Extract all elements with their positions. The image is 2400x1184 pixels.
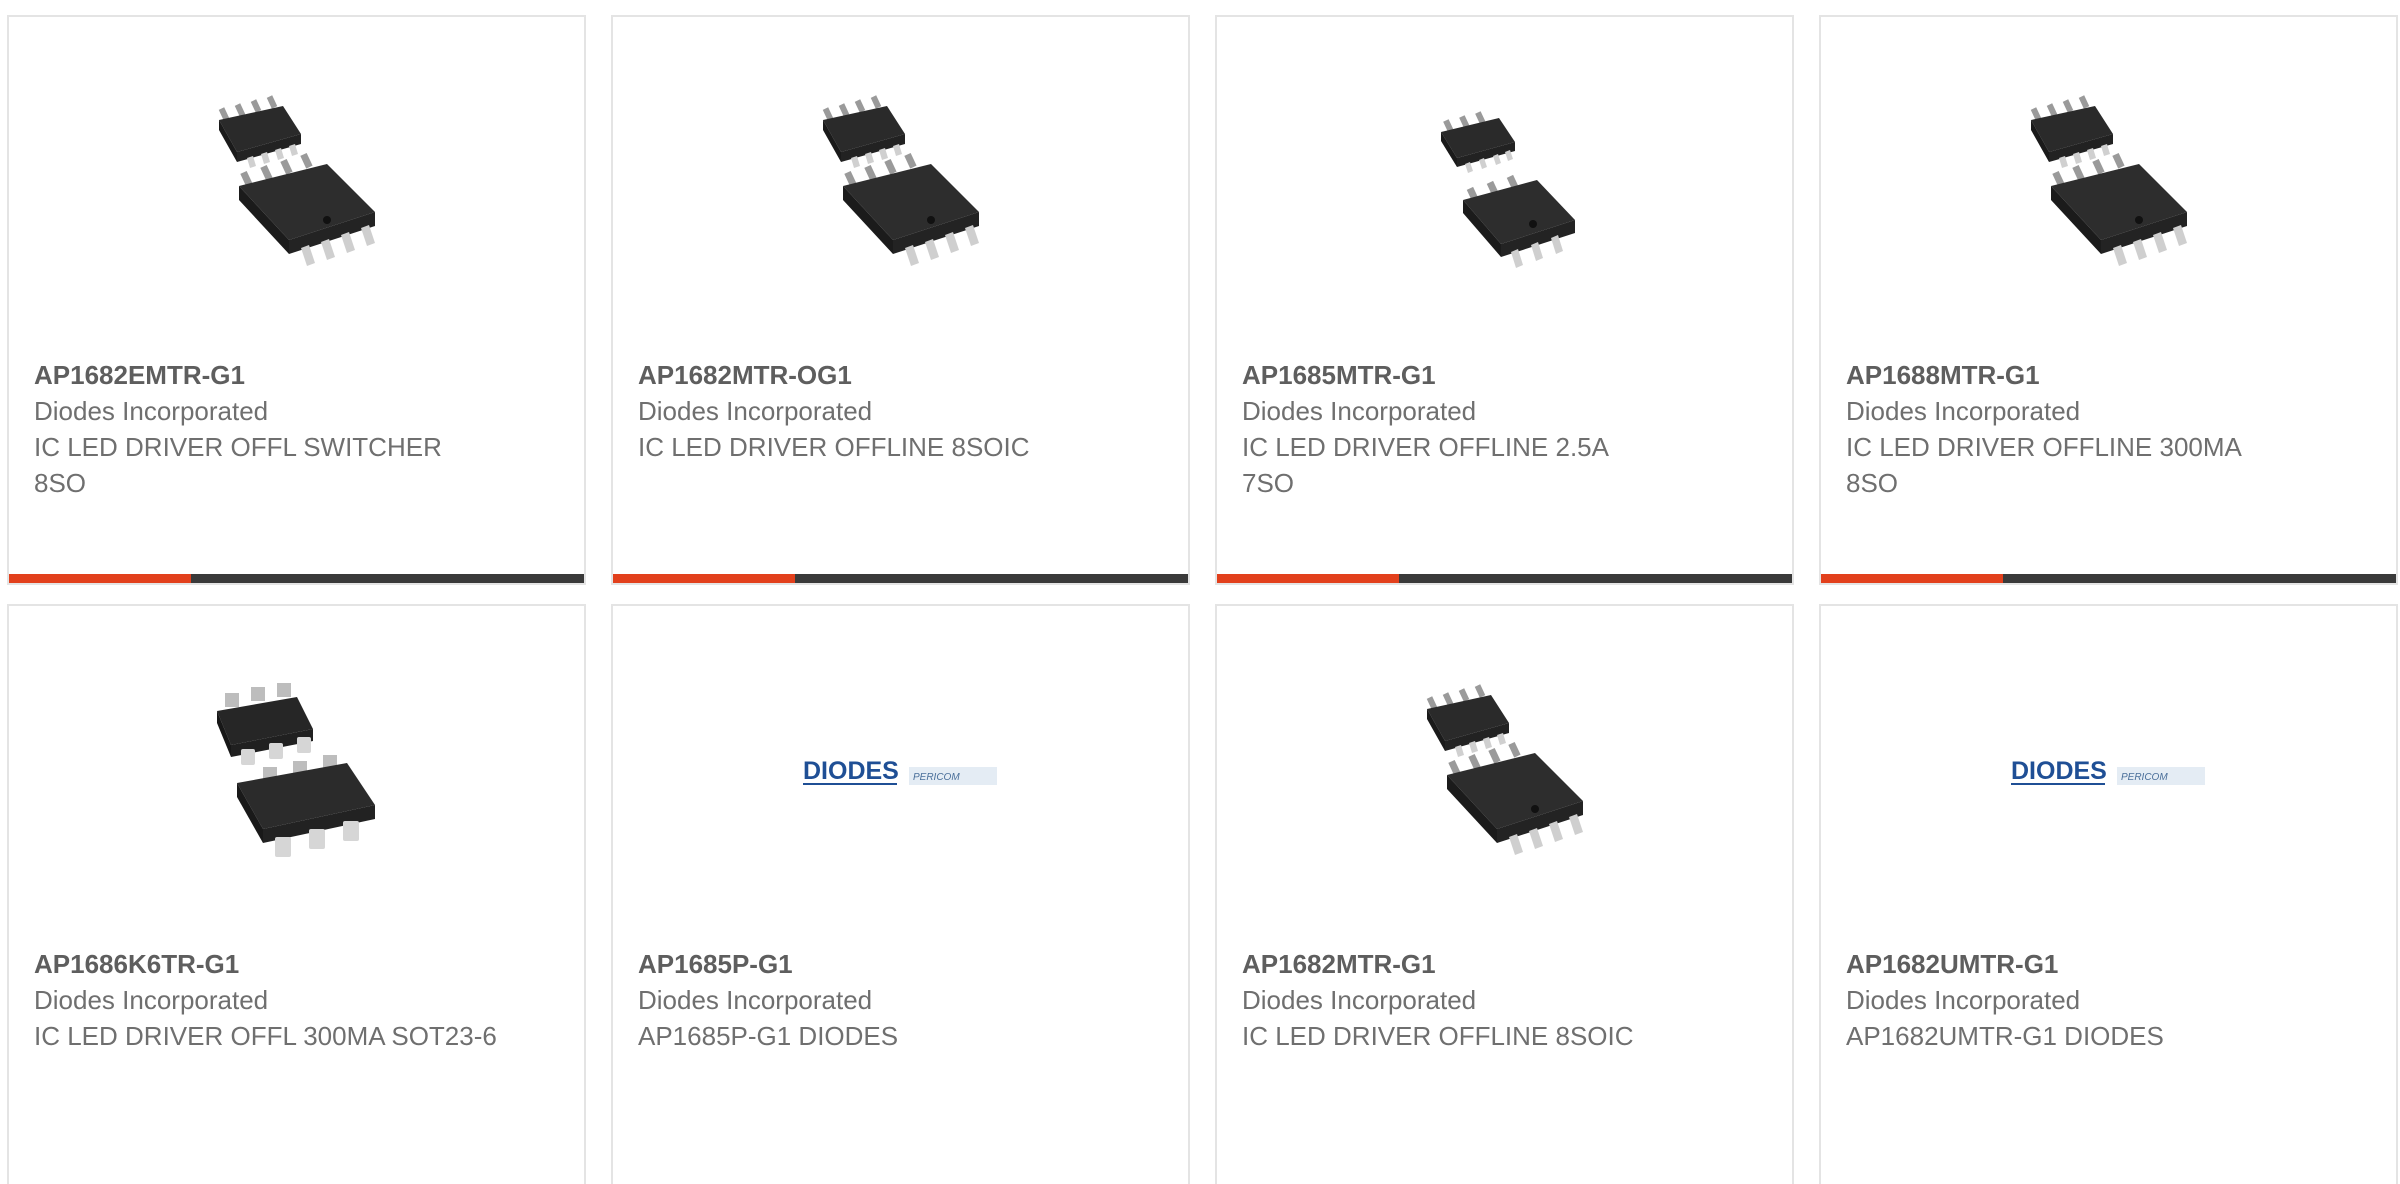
product-card[interactable]: AP1682MTR-G1 Diodes Incorporated IC LED … <box>1215 604 1794 1184</box>
product-info: AP1686K6TR-G1 Diodes Incorporated IC LED… <box>34 946 559 1054</box>
product-card[interactable]: AP1682EMTR-G1 Diodes Incorporated IC LED… <box>7 15 586 585</box>
description: AP1682UMTR-G1 DIODES <box>1846 1021 2164 1051</box>
soic-8-chip-icon <box>2009 82 2209 282</box>
manufacturer: Diodes Incorporated <box>638 985 873 1015</box>
product-info: AP1682MTR-OG1 Diodes Incorporated IC LED… <box>638 357 1163 465</box>
diodes-pericom-logo: DIODES PERICOM <box>802 757 997 785</box>
diodes-pericom-logo: DIODES PERICOM <box>2010 757 2205 785</box>
product-info: AP1685MTR-G1 Diodes Incorporated IC LED … <box>1242 357 1767 501</box>
card-progress-accent <box>613 574 795 583</box>
logo-text-pericom: PERICOM <box>2121 772 2168 783</box>
part-number[interactable]: AP1688MTR-G1 <box>1846 357 2371 393</box>
description: IC LED DRIVER OFFLINE 2.5A 7SO <box>1242 432 1608 498</box>
card-progress-bar <box>613 574 1188 583</box>
card-progress-bar <box>1821 574 2396 583</box>
description: IC LED DRIVER OFFL SWITCHER 8SO <box>34 432 442 498</box>
product-info: AP1682MTR-G1 Diodes Incorporated IC LED … <box>1242 946 1767 1054</box>
part-number[interactable]: AP1682MTR-OG1 <box>638 357 1163 393</box>
soic-8-chip-icon <box>801 82 1001 282</box>
logo-text-diodes: DIODES <box>2011 757 2107 785</box>
description: IC LED DRIVER OFFL 300MA SOT23-6 <box>34 1021 497 1051</box>
part-number[interactable]: AP1685P-G1 <box>638 946 1163 982</box>
so-7-chip-icon <box>1405 82 1605 282</box>
manufacturer: Diodes Incorporated <box>34 396 269 426</box>
sot23-6-chip-icon <box>197 671 397 871</box>
manufacturer: Diodes Incorporated <box>1242 396 1477 426</box>
product-info: AP1688MTR-G1 Diodes Incorporated IC LED … <box>1846 357 2371 501</box>
description: IC LED DRIVER OFFLINE 300MA 8SO <box>1846 432 2241 498</box>
product-info: AP1682UMTR-G1 Diodes Incorporated AP1682… <box>1846 946 2371 1054</box>
manufacturer: Diodes Incorporated <box>1846 985 2081 1015</box>
logo-text-diodes: DIODES <box>803 757 899 785</box>
product-grid: AP1682EMTR-G1 Diodes Incorporated IC LED… <box>0 0 2400 1184</box>
product-info: AP1685P-G1 Diodes Incorporated AP1685P-G… <box>638 946 1163 1054</box>
part-number[interactable]: AP1682MTR-G1 <box>1242 946 1767 982</box>
product-card[interactable]: AP1688MTR-G1 Diodes Incorporated IC LED … <box>1819 15 2398 585</box>
product-card[interactable]: AP1685MTR-G1 Diodes Incorporated IC LED … <box>1215 15 1794 585</box>
part-number[interactable]: AP1685MTR-G1 <box>1242 357 1767 393</box>
soic-8-chip-icon <box>197 82 397 282</box>
part-number[interactable]: AP1682EMTR-G1 <box>34 357 559 393</box>
card-progress-accent <box>9 574 191 583</box>
part-number[interactable]: AP1682UMTR-G1 <box>1846 946 2371 982</box>
card-progress-bar <box>1217 574 1792 583</box>
product-card[interactable]: AP1686K6TR-G1 Diodes Incorporated IC LED… <box>7 604 586 1184</box>
description: IC LED DRIVER OFFLINE 8SOIC <box>638 432 1030 462</box>
description: AP1685P-G1 DIODES <box>638 1021 899 1051</box>
card-progress-accent <box>1821 574 2003 583</box>
product-info: AP1682EMTR-G1 Diodes Incorporated IC LED… <box>34 357 559 501</box>
soic-8-chip-icon <box>1405 671 1605 871</box>
manufacturer: Diodes Incorporated <box>34 985 269 1015</box>
product-card[interactable]: AP1682MTR-OG1 Diodes Incorporated IC LED… <box>611 15 1190 585</box>
product-card[interactable]: DIODES PERICOM AP1682UMTR-G1 Diodes Inco… <box>1819 604 2398 1184</box>
manufacturer: Diodes Incorporated <box>1846 396 2081 426</box>
logo-text-pericom: PERICOM <box>913 772 960 783</box>
manufacturer: Diodes Incorporated <box>1242 985 1477 1015</box>
product-card[interactable]: DIODES PERICOM AP1685P-G1 Diodes Incorpo… <box>611 604 1190 1184</box>
description: IC LED DRIVER OFFLINE 8SOIC <box>1242 1021 1634 1051</box>
part-number[interactable]: AP1686K6TR-G1 <box>34 946 559 982</box>
card-progress-bar <box>9 574 584 583</box>
manufacturer: Diodes Incorporated <box>638 396 873 426</box>
card-progress-accent <box>1217 574 1399 583</box>
